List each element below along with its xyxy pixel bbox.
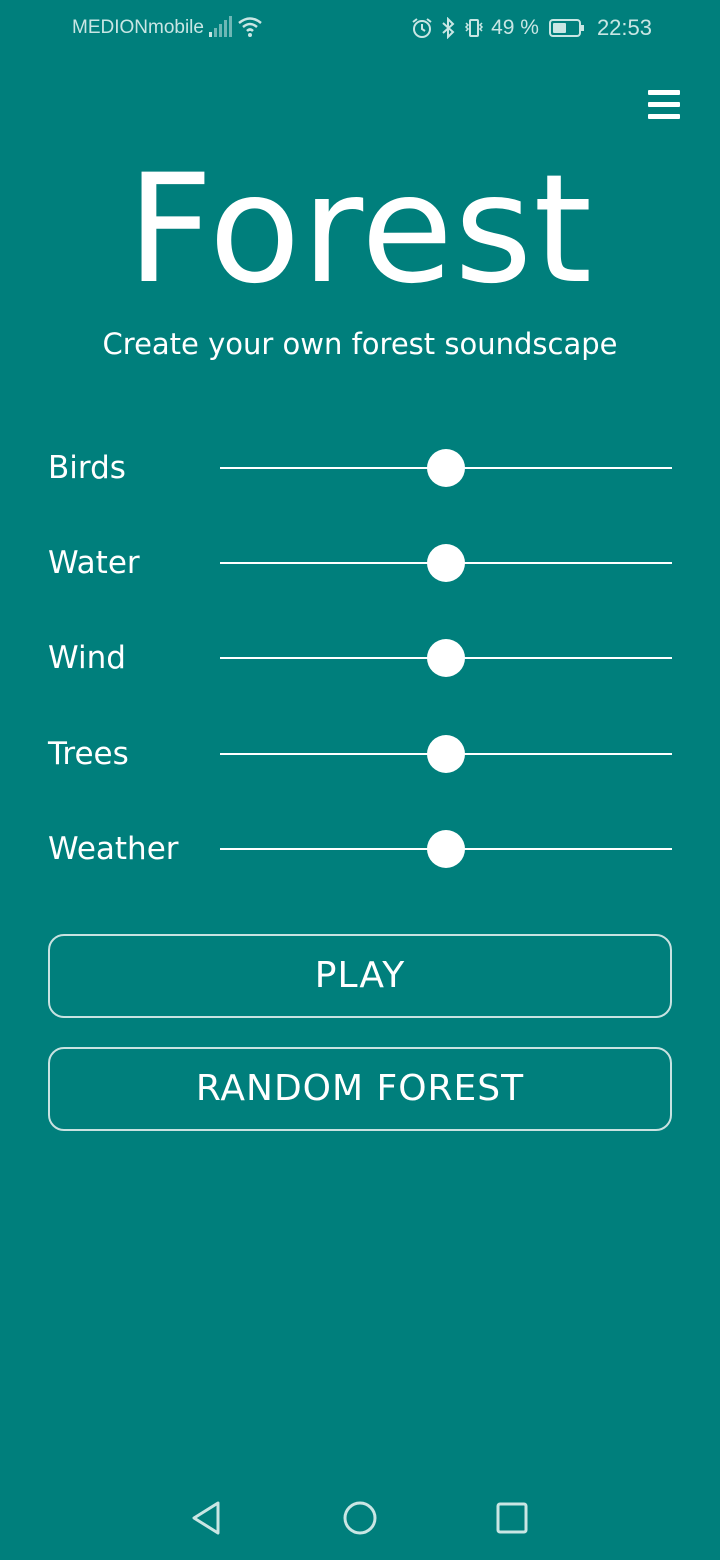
page-subtitle: Create your own forest soundscape: [102, 327, 618, 361]
slider-thumb-water[interactable]: [427, 544, 465, 582]
slider-label-weather: Weather: [48, 831, 179, 867]
alarm-icon: [412, 18, 432, 38]
signal-icon: [209, 16, 232, 37]
page-title: Forest: [126, 143, 594, 317]
slider-label-birds: Birds: [48, 450, 126, 486]
slider-thumb-weather[interactable]: [427, 830, 465, 868]
slider-row-weather: Weather: [48, 819, 672, 879]
slider-row-water: Water: [48, 533, 672, 593]
battery-percent: 49 %: [491, 16, 539, 39]
slider-row-trees: Trees: [48, 724, 672, 784]
vibrate-icon: [465, 19, 484, 37]
slider-track-birds[interactable]: [220, 449, 672, 487]
slider-track-water[interactable]: [220, 544, 672, 582]
slider-thumb-wind[interactable]: [427, 639, 465, 677]
slider-track-wind[interactable]: [220, 639, 672, 677]
hamburger-menu-icon[interactable]: [644, 88, 684, 124]
play-button[interactable]: PLAY: [48, 934, 672, 1018]
slider-label-wind: Wind: [48, 640, 126, 676]
carrier-name: MEDIONmobile: [72, 17, 204, 38]
bluetooth-icon: [442, 17, 455, 39]
slider-track-weather[interactable]: [220, 830, 672, 868]
slider-label-trees: Trees: [48, 736, 129, 772]
home-icon[interactable]: [340, 1498, 380, 1538]
slider-label-water: Water: [48, 545, 140, 581]
slider-row-wind: Wind: [48, 628, 672, 688]
battery-icon: [548, 19, 584, 37]
slider-thumb-birds[interactable]: [427, 449, 465, 487]
slider-thumb-trees[interactable]: [427, 735, 465, 773]
navigation-bar: [0, 1480, 720, 1560]
wifi-icon: [238, 17, 262, 37]
recents-icon[interactable]: [492, 1498, 532, 1538]
slider-track-trees[interactable]: [220, 735, 672, 773]
back-icon[interactable]: [186, 1498, 226, 1538]
slider-row-birds: Birds: [48, 438, 672, 498]
status-icons-right: 49 % 22:53: [411, 15, 652, 41]
random-forest-button[interactable]: RANDOM FOREST: [48, 1047, 672, 1131]
status-bar: MEDIONmobile 49 % 22:53: [0, 0, 720, 56]
clock: 22:53: [596, 15, 652, 40]
